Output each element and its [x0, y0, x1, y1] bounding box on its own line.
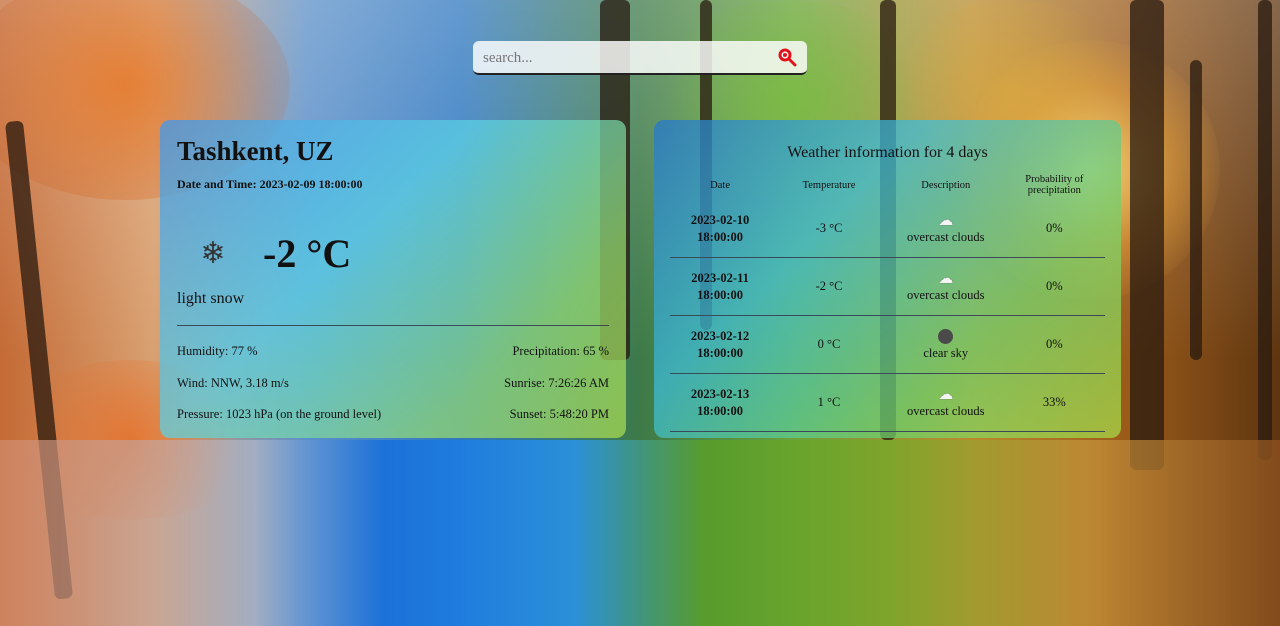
datetime-value: 2023-02-09 18:00:00 — [259, 177, 363, 191]
header-precipitation-probability: Probability of precipitation — [1025, 174, 1084, 196]
forecast-temperature: 0 °C — [770, 315, 888, 374]
table-row: 2023-02-13 18:00:00 1 °C ☁ overcast clou… — [670, 373, 1105, 432]
divider — [177, 325, 609, 326]
forecast-precipitation-probability: 33% — [1003, 373, 1105, 432]
header-temperature: Temperature — [802, 179, 856, 191]
forecast-title: Weather information for 4 days — [787, 144, 988, 161]
table-row: 2023-02-10 18:00:00 -3 °C ☁ overcast clo… — [670, 200, 1105, 258]
humidity: Humidity: 77 % — [177, 344, 258, 358]
header-date: Date — [710, 179, 730, 191]
forecast-precipitation-probability: 0% — [1003, 315, 1105, 374]
search-input[interactable] — [481, 45, 775, 71]
search-icon[interactable] — [777, 47, 797, 67]
precipitation: Precipitation: 65 % — [512, 344, 609, 358]
forecast-temperature: -3 °C — [770, 200, 888, 258]
forecast-description: clear sky — [887, 315, 1004, 374]
forecast-precipitation-probability: 0% — [1003, 257, 1105, 316]
forecast-card: Weather information for 4 days Date Temp… — [654, 120, 1121, 438]
pressure: Pressure: 1023 hPa (on the ground level) — [177, 407, 382, 421]
forecast-header-row: Date Temperature Description Probability… — [670, 170, 1105, 200]
wind: Wind: NNW, 3.18 m/s — [177, 376, 289, 390]
search-bar — [473, 41, 807, 75]
forecast-description: ☁ overcast clouds — [887, 257, 1004, 316]
cloud-icon: ☁ — [938, 385, 954, 403]
forecast-temperature: 1 °C — [770, 373, 888, 432]
table-row: 2023-02-12 18:00:00 0 °C clear sky 0% — [670, 315, 1105, 374]
cloud-icon: ☁ — [938, 269, 954, 287]
city-name: Tashkent, UZ — [177, 136, 334, 166]
forecast-precipitation-probability: 0% — [1003, 200, 1105, 258]
clear-sky-icon — [938, 328, 954, 344]
forecast-description: ☁ overcast clouds — [887, 373, 1004, 432]
forecast-date: 2023-02-11 18:00:00 — [670, 257, 771, 316]
forecast-date: 2023-02-10 18:00:00 — [670, 200, 771, 258]
current-weather-card: Tashkent, UZ Date and Time: 2023-02-09 1… — [160, 120, 626, 438]
forecast-temperature: -2 °C — [770, 257, 888, 316]
forecast-table: Date Temperature Description Probability… — [670, 170, 1105, 432]
forecast-date: 2023-02-12 18:00:00 — [670, 315, 771, 374]
current-temperature-row: ❄ -2 °C — [177, 228, 351, 278]
datetime-label: Date and Time: — [177, 177, 257, 191]
sunset: Sunset: 5:48:20 PM — [509, 407, 609, 421]
cloud-icon: ☁ — [938, 211, 954, 229]
forecast-description: ☁ overcast clouds — [887, 200, 1004, 258]
table-row: 2023-02-11 18:00:00 -2 °C ☁ overcast clo… — [670, 257, 1105, 316]
snowflake-icon: ❄ — [200, 235, 226, 271]
sunrise: Sunrise: 7:26:26 AM — [504, 376, 609, 390]
current-temperature: -2 °C — [263, 230, 352, 276]
forecast-date: 2023-02-13 18:00:00 — [670, 373, 771, 432]
current-condition: light snow — [177, 290, 245, 307]
current-datetime: Date and Time: 2023-02-09 18:00:00 — [177, 177, 363, 192]
header-description: Description — [921, 179, 971, 191]
